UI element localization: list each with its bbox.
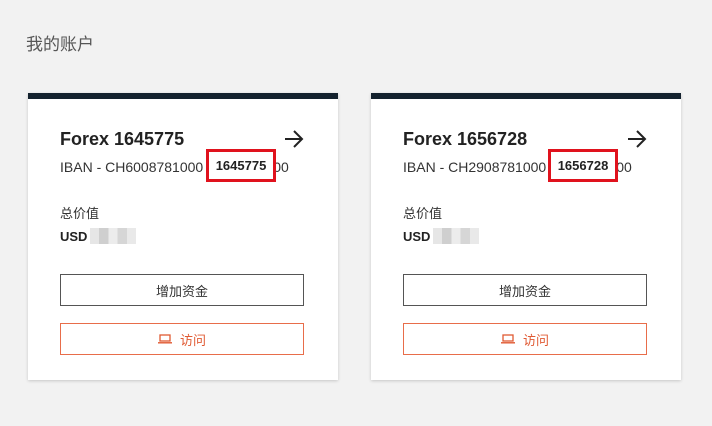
highlighted-account-number: 1645775 bbox=[206, 149, 276, 182]
add-funds-button[interactable]: 增加资金 bbox=[403, 274, 647, 306]
iban-suffix: 00 bbox=[616, 159, 632, 175]
iban-prefix: IBAN - CH2908781000 bbox=[403, 159, 547, 175]
redacted-value bbox=[90, 228, 136, 244]
visit-label: 访问 bbox=[522, 332, 549, 348]
laptop-icon bbox=[157, 334, 172, 344]
total-value-label: 总价值 bbox=[60, 206, 100, 221]
laptop-icon bbox=[500, 334, 515, 344]
account-card: Forex 1656728 IBAN - CH2908781000 00 1656… bbox=[371, 93, 681, 380]
visit-label: 访问 bbox=[179, 332, 206, 348]
arrow-right-icon[interactable] bbox=[627, 130, 647, 148]
arrow-right-icon[interactable] bbox=[284, 130, 304, 148]
page-title: 我的账户 bbox=[26, 35, 94, 54]
visit-button[interactable]: 访问 bbox=[403, 323, 647, 355]
add-funds-button[interactable]: 增加资金 bbox=[60, 274, 304, 306]
currency-label: USD bbox=[60, 229, 88, 244]
visit-button[interactable]: 访问 bbox=[60, 323, 304, 355]
account-title[interactable]: Forex 1645775 bbox=[60, 129, 184, 150]
iban-prefix: IBAN - CH6008781000 bbox=[60, 159, 204, 175]
redacted-value bbox=[433, 228, 479, 244]
currency-label: USD bbox=[403, 229, 431, 244]
account-title[interactable]: Forex 1656728 bbox=[403, 129, 527, 150]
highlighted-account-number: 1656728 bbox=[548, 149, 618, 182]
account-card: Forex 1645775 IBAN - CH6008781000 00 1645… bbox=[28, 93, 338, 380]
total-value-label: 总价值 bbox=[403, 206, 443, 221]
